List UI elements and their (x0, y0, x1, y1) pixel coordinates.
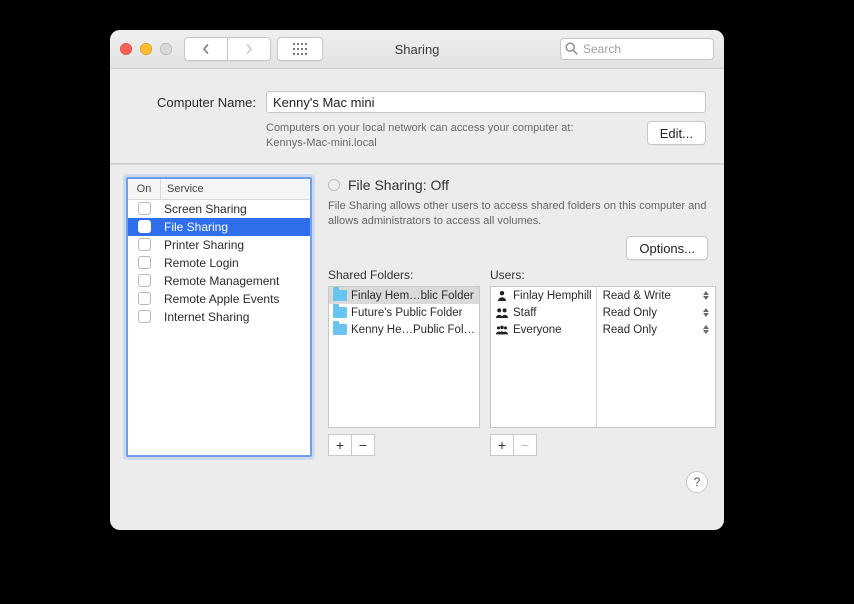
user-row[interactable]: Finlay Hemphill (491, 287, 596, 304)
chevron-left-icon (201, 44, 211, 54)
permission-label: Read & Write (603, 290, 671, 302)
service-checkbox[interactable] (138, 274, 151, 287)
folders-add-remove: + − (328, 434, 480, 456)
service-label: Printer Sharing (160, 238, 310, 252)
service-row[interactable]: File Sharing (128, 218, 310, 236)
show-all-button[interactable] (277, 37, 323, 61)
services-header: On Service (128, 179, 310, 200)
permission-stepper[interactable] (703, 291, 709, 300)
user-name: Staff (513, 307, 592, 319)
shared-folder-label: Kenny He…Public Folder (351, 324, 475, 336)
permission-stepper[interactable] (703, 325, 709, 334)
service-row[interactable]: Internet Sharing (128, 308, 310, 326)
chevron-up-icon (703, 291, 709, 295)
permission-label: Read Only (603, 307, 657, 319)
remove-user-button[interactable]: − (514, 434, 537, 456)
services-table[interactable]: On Service Screen Sharing File Sharing Pri… (126, 177, 312, 457)
service-checkbox[interactable] (138, 202, 151, 215)
zoom-window-button[interactable] (160, 43, 172, 55)
folder-icon (333, 324, 347, 335)
service-checkbox[interactable] (138, 292, 151, 305)
grid-icon (293, 43, 307, 55)
chevron-down-icon (703, 296, 709, 300)
users-list[interactable]: Finlay Hemphill Staff Everyone Read & Writ… (490, 286, 716, 428)
search-icon (565, 42, 578, 55)
search-input[interactable] (560, 38, 714, 60)
hint-line2: Kennys-Mac-mini.local (266, 137, 377, 149)
status-row: File Sharing: Off (328, 177, 708, 193)
chevron-down-icon (703, 330, 709, 334)
service-row[interactable]: Remote Apple Events (128, 290, 310, 308)
chevron-up-icon (703, 308, 709, 312)
user-name: Everyone (513, 324, 592, 336)
back-button[interactable] (184, 37, 227, 61)
people-icon (495, 307, 509, 319)
window-controls (120, 43, 172, 55)
permission-row[interactable]: Read Only (597, 304, 715, 321)
service-label: Remote Apple Events (160, 292, 310, 306)
users-add-remove: + − (490, 434, 716, 456)
shared-folder-row[interactable]: Finlay Hem…blic Folder (329, 287, 479, 304)
user-row[interactable]: Staff (491, 304, 596, 321)
folder-icon (333, 290, 347, 301)
search-wrap (560, 38, 714, 60)
nav-buttons (184, 37, 271, 61)
help-button[interactable]: ? (686, 471, 708, 493)
folder-icon (333, 307, 347, 318)
options-button[interactable]: Options... (626, 236, 708, 260)
add-folder-button[interactable]: + (328, 434, 352, 456)
remove-folder-button[interactable]: − (352, 434, 375, 456)
shared-folders-label: Shared Folders: (328, 268, 480, 282)
chevron-up-icon (703, 325, 709, 329)
service-row[interactable]: Screen Sharing (128, 200, 310, 218)
computer-name-hint: Computers on your local network can acce… (266, 121, 637, 151)
user-name: Finlay Hemphill (513, 290, 592, 302)
person-icon (495, 290, 509, 302)
service-row[interactable]: Remote Management (128, 272, 310, 290)
close-window-button[interactable] (120, 43, 132, 55)
computer-name-label: Computer Name: (128, 95, 256, 110)
col-service[interactable]: Service (161, 179, 310, 199)
titlebar: Sharing (110, 30, 724, 69)
computer-name-subrow: Computers on your local network can acce… (110, 121, 724, 163)
permission-row[interactable]: Read Only (597, 321, 715, 338)
edit-hostname-button[interactable]: Edit... (647, 121, 706, 145)
service-label: Internet Sharing (160, 310, 310, 324)
preferences-window: Sharing Computer Name: Computers on your… (110, 30, 724, 530)
status-indicator-icon (328, 179, 340, 191)
service-checkbox[interactable] (138, 256, 151, 269)
add-user-button[interactable]: + (490, 434, 514, 456)
service-row[interactable]: Printer Sharing (128, 236, 310, 254)
shared-folder-row[interactable]: Future's Public Folder (329, 304, 479, 321)
minimize-window-button[interactable] (140, 43, 152, 55)
status-description: File Sharing allows other users to acces… (328, 199, 708, 229)
service-label: Remote Management (160, 274, 310, 288)
chevron-right-icon (244, 44, 254, 54)
computer-name-row: Computer Name: (110, 69, 724, 121)
shared-folder-label: Future's Public Folder (351, 307, 475, 319)
permission-stepper[interactable] (703, 308, 709, 317)
col-on[interactable]: On (128, 179, 161, 199)
shared-folder-label: Finlay Hem…blic Folder (351, 290, 475, 302)
permission-row[interactable]: Read & Write (597, 287, 715, 304)
service-label: File Sharing (160, 220, 310, 234)
chevron-down-icon (703, 313, 709, 317)
service-checkbox[interactable] (138, 310, 151, 323)
user-row[interactable]: Everyone (491, 321, 596, 338)
service-label: Screen Sharing (160, 202, 310, 216)
hint-line1: Computers on your local network can acce… (266, 122, 574, 134)
service-checkbox[interactable] (138, 220, 151, 233)
users-label: Users: (490, 268, 708, 282)
forward-button[interactable] (227, 37, 271, 61)
service-checkbox[interactable] (138, 238, 151, 251)
group-icon (495, 324, 509, 336)
permission-label: Read Only (603, 324, 657, 336)
shared-folders-list[interactable]: Finlay Hem…blic Folder Future's Public Fo… (328, 286, 480, 428)
status-title: File Sharing: Off (348, 177, 449, 193)
computer-name-input[interactable] (266, 91, 706, 113)
shared-folder-row[interactable]: Kenny He…Public Folder (329, 321, 479, 338)
service-label: Remote Login (160, 256, 310, 270)
service-row[interactable]: Remote Login (128, 254, 310, 272)
